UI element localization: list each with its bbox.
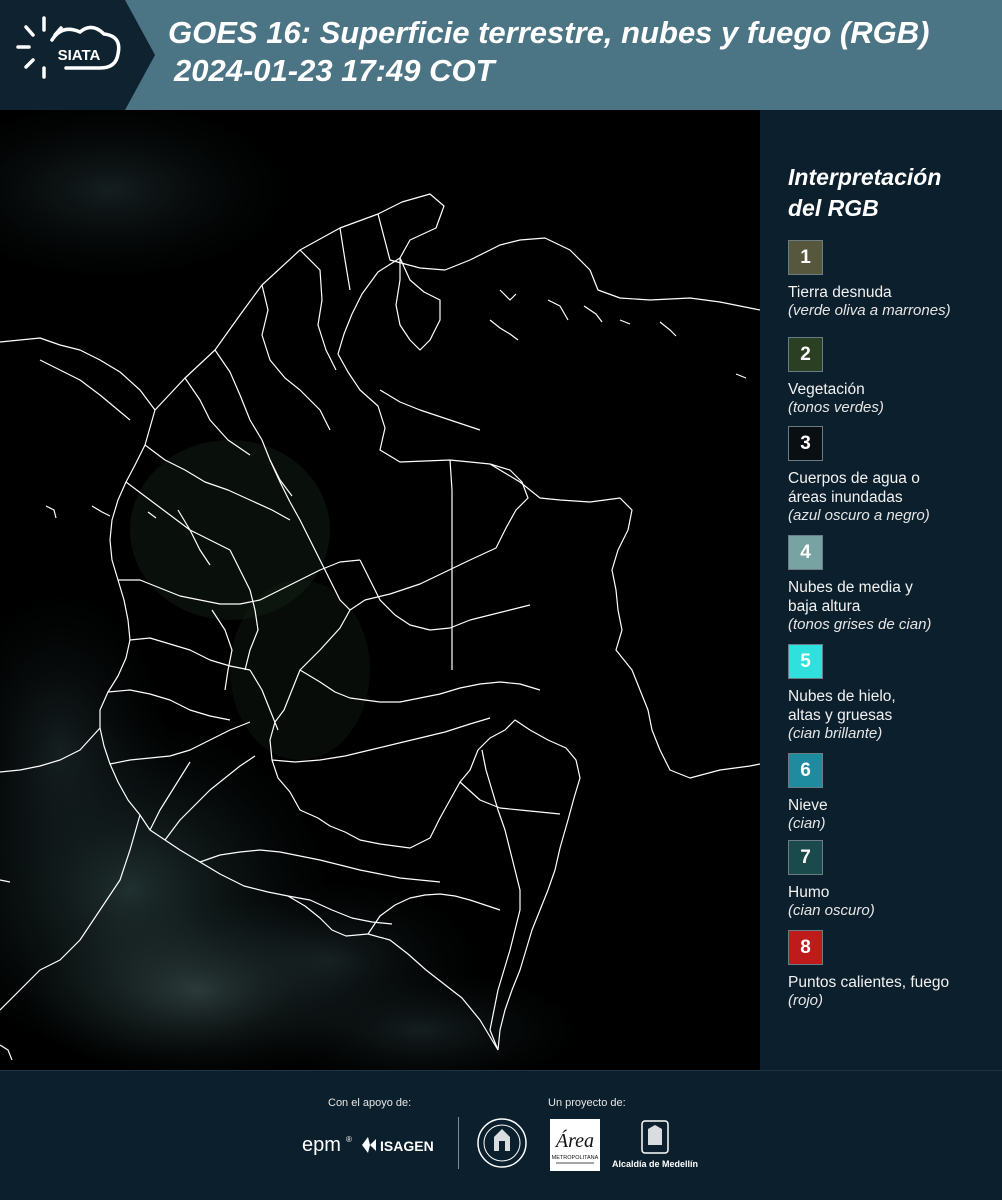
legend-label-line: áreas inundadas <box>788 489 903 506</box>
legend-label-line: Humo <box>788 884 830 901</box>
legend-label: Puntos calientes, fuego (rojo) <box>788 973 1000 1010</box>
legend-label: Cuerpos de agua o áreas inundadas (azul os… <box>788 469 1000 525</box>
legend-label-line: Nubes de media y <box>788 579 913 596</box>
legend-description: (tonos grises de cian) <box>788 616 932 633</box>
legend-item-5: 5 Nubes de hielo, altas y gruesas (cian bri… <box>788 644 1000 743</box>
alcaldia-medellin-logo: Alcaldía de Medellín <box>612 1119 702 1178</box>
siata-logo: SIATA <box>0 0 155 110</box>
legend-swatch: 1 <box>788 240 823 275</box>
legend-swatch: 5 <box>788 644 823 679</box>
page-title: GOES 16: Superficie terrestre, nubes y f… <box>168 14 998 90</box>
legend-label: Nubes de media y baja altura (tonos grises… <box>788 578 1000 634</box>
legend-description: (cian brillante) <box>788 725 883 742</box>
legend-description: (tonos verdes) <box>788 399 884 416</box>
satellite-map[interactable] <box>0 110 760 1070</box>
legend-swatch: 8 <box>788 930 823 965</box>
legend-swatch: 3 <box>788 426 823 461</box>
legend-swatch: 2 <box>788 337 823 372</box>
legend-label-line: Nieve <box>788 797 828 814</box>
legend-item-1: 1 Tierra desnuda (verde oliva a marrones) <box>788 240 1000 320</box>
legend-description: (cian oscuro) <box>788 902 875 919</box>
svg-text:ISAGEN: ISAGEN <box>380 1138 434 1154</box>
title-product: GOES 16: Superficie terrestre, nubes y f… <box>168 15 930 50</box>
svg-text:Área: Área <box>554 1129 594 1152</box>
legend-panel: Interpretación del RGB 1 Tierra desnuda (v… <box>760 110 1002 1070</box>
legend-label-line: Nubes de hielo, <box>788 688 896 705</box>
legend-title-line2: del RGB <box>788 195 879 221</box>
legend-description: (cian) <box>788 815 826 832</box>
legend-label-line: baja altura <box>788 598 861 615</box>
map-canvas <box>0 110 760 1070</box>
svg-text:®: ® <box>346 1135 352 1144</box>
legend-description: (rojo) <box>788 992 824 1009</box>
legend-item-4: 4 Nubes de media y baja altura (tonos grise… <box>788 535 1000 634</box>
legend-item-3: 3 Cuerpos de agua o áreas inundadas (azul o… <box>788 426 1000 525</box>
isagen-logo: ISAGEN <box>358 1133 442 1162</box>
legend-label: Tierra desnuda (verde oliva a marrones) <box>788 283 1000 320</box>
legend-label-line: altas y gruesas <box>788 707 893 724</box>
header-bar: SIATA GOES 16: Superficie terrestre, nub… <box>0 0 1002 110</box>
legend-swatch: 7 <box>788 840 823 875</box>
area-metropolitana-logo: Área METROPOLITANA <box>550 1119 600 1176</box>
legend-label: Vegetación (tonos verdes) <box>788 380 1000 417</box>
legend-item-7: 7 Humo (cian oscuro) <box>788 840 1000 920</box>
legend-item-8: 8 Puntos calientes, fuego (rojo) <box>788 930 1000 1010</box>
legend-description: (verde oliva a marrones) <box>788 302 951 319</box>
svg-text:METROPOLITANA: METROPOLITANA <box>552 1155 599 1161</box>
support-label: Con el apoyo de: <box>328 1097 412 1109</box>
legend-label-line: Vegetación <box>788 381 865 398</box>
legend-label-line: Puntos calientes, fuego <box>788 974 950 991</box>
legend-label: Nubes de hielo, altas y gruesas (cian bril… <box>788 687 1000 743</box>
legend-label-line: Tierra desnuda <box>788 284 892 301</box>
svg-text:Alcaldía de Medellín: Alcaldía de Medellín <box>612 1159 698 1169</box>
epm-logo: epm ® <box>302 1133 362 1162</box>
footer: Con el apoyo de: Un proyecto de: epm ® I… <box>0 1070 1002 1200</box>
title-datetime: 2024-01-23 17:49 COT <box>174 53 495 88</box>
svg-text:epm: epm <box>302 1134 341 1156</box>
siata-logo-text: SIATA <box>58 47 101 64</box>
legend-swatch: 4 <box>788 535 823 570</box>
legend-item-2: 2 Vegetación (tonos verdes) <box>788 337 1000 417</box>
legend-label: Nieve (cian) <box>788 796 1000 833</box>
legend-label-line: Cuerpos de agua o <box>788 470 920 487</box>
footer-divider <box>458 1117 459 1169</box>
legend-title-line1: Interpretación <box>788 164 942 190</box>
legend-item-6: 6 Nieve (cian) <box>788 753 1000 833</box>
project-label: Un proyecto de: <box>548 1097 626 1109</box>
legend-description: (azul oscuro a negro) <box>788 507 930 524</box>
gobernacion-seal-logo <box>476 1117 528 1174</box>
legend-title: Interpretación del RGB <box>788 162 998 224</box>
legend-swatch: 6 <box>788 753 823 788</box>
legend-label: Humo (cian oscuro) <box>788 883 1000 920</box>
